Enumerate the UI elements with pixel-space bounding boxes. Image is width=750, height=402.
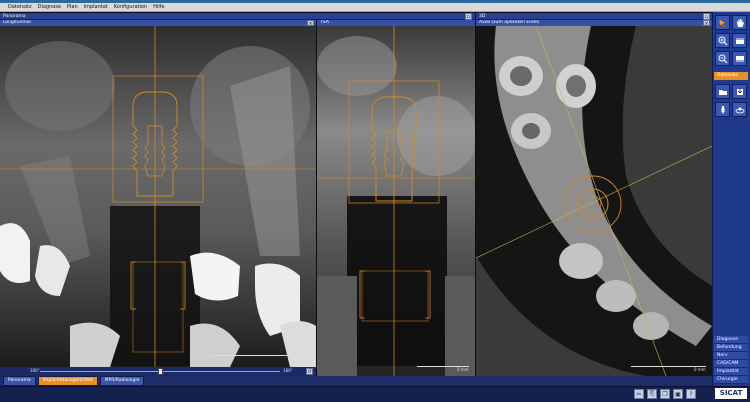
panorama-scan-image [0, 26, 316, 367]
reset-rotation-icon[interactable]: ↺ [306, 368, 313, 375]
panorama-longitudinal-scan[interactable]: 1 cm [0, 26, 316, 367]
rotation-slider-thumb[interactable] [157, 368, 163, 375]
export-data-icon[interactable] [732, 84, 747, 99]
sidenav-diagnose[interactable]: Diagnose [714, 336, 748, 344]
view3d-header: 3D [476, 13, 712, 20]
tab-panorama[interactable]: Panorama [3, 376, 36, 386]
axial-scan-image [476, 26, 712, 376]
sidenav-implantat[interactable]: Implantat [714, 368, 748, 376]
axial-scale-label: 0 mm [694, 367, 706, 372]
menu-item-implantat[interactable]: Implantat [84, 3, 108, 11]
slider-left-label: 180° [30, 368, 40, 373]
screenshot-icon[interactable]: ▣ [673, 389, 683, 399]
menu-item-plan[interactable]: Plan [67, 3, 78, 11]
rotation-slider-row: 180° 180° ↺ [0, 367, 316, 376]
sidenav-cad-cam[interactable]: CAD/CAM [714, 360, 748, 368]
sidenav-nerv[interactable]: Nerv [714, 352, 748, 360]
bottom-tab-bar: Panorama Implantatausgerichtet MPR/Radio… [0, 376, 712, 386]
panorama-maximize-icon[interactable]: ▫ [465, 13, 472, 20]
sicat-logo: SICAT [715, 388, 747, 399]
menu-bar: Dateisatz Diagnose Plan Implantat Konfig… [0, 3, 750, 12]
tsa-scan-image [317, 26, 475, 376]
view-layout-2-icon[interactable] [732, 51, 747, 66]
axial-scan[interactable]: 0 mm [476, 26, 712, 376]
panorama-scale-line [210, 355, 310, 356]
cursor-arrow-icon[interactable] [715, 15, 730, 30]
menu-item-dateisatz[interactable]: Dateisatz [8, 3, 32, 11]
slider-right-label: 180° [283, 368, 293, 373]
implant-tool-icon[interactable] [715, 102, 730, 117]
menu-item-diagnose[interactable]: Diagnose [38, 3, 61, 11]
sidenav-befundung[interactable]: Befundung [714, 344, 748, 352]
view3d-maximize-icon[interactable]: ▫ [703, 13, 710, 20]
cut-icon[interactable]: ✂ [634, 389, 644, 399]
sidenav-chirurgie[interactable]: Chirurgie [714, 376, 748, 384]
zoom-out-icon[interactable] [715, 51, 730, 66]
help-icon[interactable]: ? [686, 389, 696, 399]
panorama-header: Panorama [0, 13, 475, 20]
menu-item-hilfe[interactable]: Hilfe [153, 3, 164, 11]
copy-icon[interactable]: ⎘ [647, 389, 657, 399]
dateisatz-panel-button[interactable]: Dateisatz [714, 72, 748, 80]
zoom-in-icon[interactable] [715, 33, 730, 48]
tsa-cross-section-scan[interactable]: 0 mm [317, 26, 475, 376]
view-layout-1-icon[interactable] [732, 33, 747, 48]
menu-item-konfiguration[interactable]: Konfiguration [114, 3, 147, 11]
tsa-scale-label: 0 mm [457, 367, 469, 372]
right-toolbar [712, 12, 750, 390]
rotate-view-icon[interactable] [732, 102, 747, 117]
open-folder-icon[interactable] [715, 84, 730, 99]
bookmark-icon[interactable]: ❐ [660, 389, 670, 399]
panorama-scale-label: 1 cm [296, 356, 306, 361]
hand-pan-icon[interactable] [732, 15, 747, 30]
tab-implantatausgerichtet[interactable]: Implantatausgerichtet [37, 376, 98, 386]
tab-mpr-radiologie[interactable]: MPR/Radiologie [99, 376, 145, 386]
